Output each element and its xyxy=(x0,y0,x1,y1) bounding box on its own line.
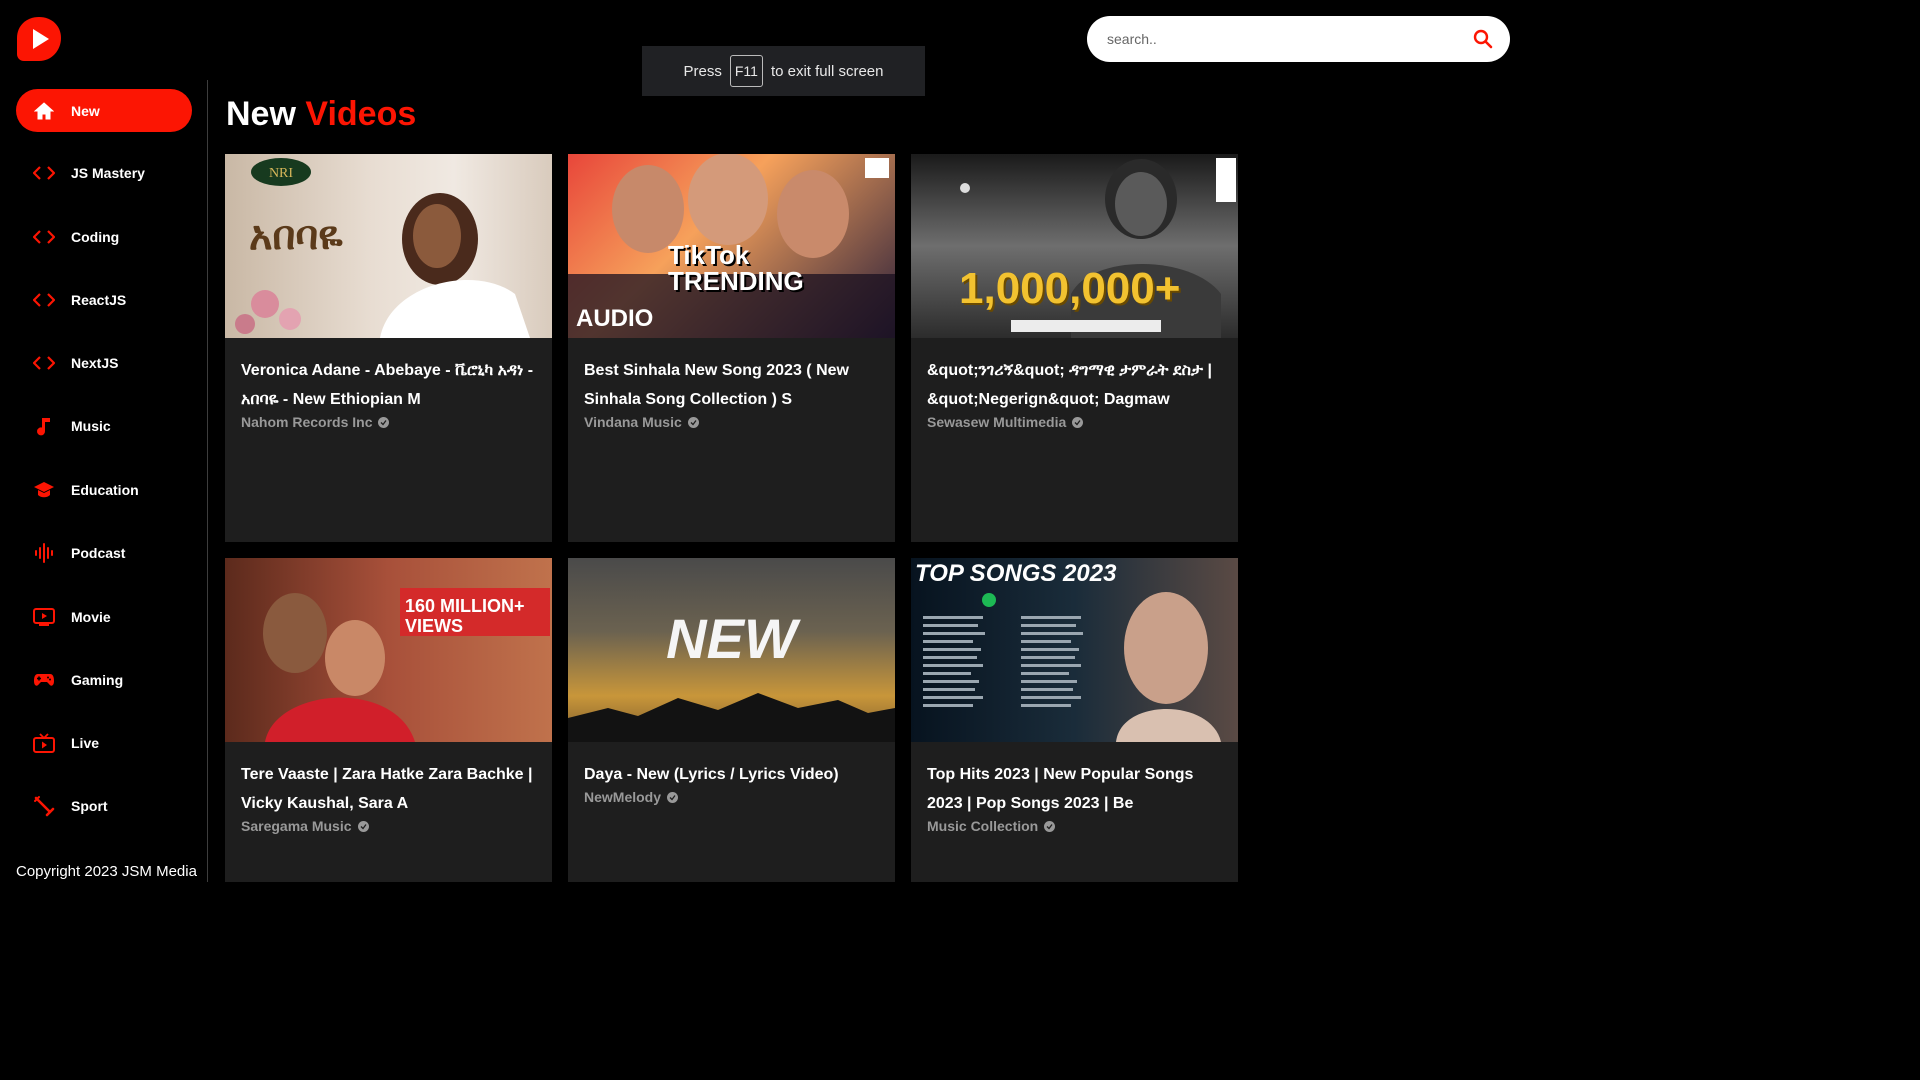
gamepad-icon xyxy=(33,669,55,691)
channel-name[interactable]: Saregama Music xyxy=(241,818,536,834)
verified-check-icon xyxy=(667,791,679,803)
logo[interactable] xyxy=(16,15,62,63)
channel-name-text: Sewasew Multimedia xyxy=(927,414,1067,430)
channel-name[interactable]: Nahom Records Inc xyxy=(241,414,536,430)
video-card[interactable]: TOP SONGS 2023 Top Hits 2023 | New Popul… xyxy=(911,558,1238,882)
verified-check-icon xyxy=(1044,820,1056,832)
music-note-icon xyxy=(33,415,55,437)
page-title-accent: Videos xyxy=(305,95,417,133)
code-icon xyxy=(33,162,55,184)
sidebar-item-new[interactable]: New xyxy=(16,89,192,132)
video-thumbnail[interactable]: 1,000,000+ xyxy=(911,154,1238,338)
video-thumbnail[interactable]: NEW xyxy=(568,558,895,742)
video-card[interactable]: 160 MILLION+ VIEWS Tere Vaaste | Zara Ha… xyxy=(225,558,552,882)
home-icon xyxy=(33,100,55,122)
verified-check-icon xyxy=(687,416,699,428)
code-icon xyxy=(33,352,55,374)
thumbnail-text: አበባዬ xyxy=(249,212,343,259)
video-thumbnail[interactable]: NRI አበባዬ xyxy=(225,154,552,338)
channel-name-text: Vindana Music xyxy=(584,414,682,430)
video-title[interactable]: Tere Vaaste | Zara Hatke Zara Bachke | V… xyxy=(241,760,536,818)
toast-suffix-text: to exit full screen xyxy=(770,62,884,80)
channel-name-text: Nahom Records Inc xyxy=(241,414,373,430)
sport-icon xyxy=(33,795,55,817)
channel-name-text: NewMelody xyxy=(584,789,662,805)
video-title[interactable]: Top Hits 2023 | New Popular Songs 2023 |… xyxy=(927,760,1222,818)
video-title[interactable]: Daya - New (Lyrics / Lyrics Video) xyxy=(584,760,879,789)
verified-check-icon xyxy=(357,820,369,832)
video-thumbnail[interactable]: TOP SONGS 2023 xyxy=(911,558,1238,742)
copyright-text: Copyright 2023 JSM Media xyxy=(16,863,197,880)
thumbnail-text: 1,000,000+ xyxy=(959,264,1181,313)
sidebar-item-label: Music xyxy=(71,417,111,434)
video-card[interactable]: 1,000,000+ &quot;ንገሪኝ&quot; ዳግማዊ ታምራት ደስ… xyxy=(911,154,1238,542)
svg-text:NRI: NRI xyxy=(269,166,293,181)
sidebar-item-reactjs[interactable]: ReactJS xyxy=(16,278,192,321)
sidebar-item-nextjs[interactable]: NextJS xyxy=(16,341,192,384)
verified-check-icon xyxy=(378,416,390,428)
search-icon xyxy=(1473,29,1493,49)
sidebar-item-music[interactable]: Music xyxy=(16,404,192,447)
video-title[interactable]: Veronica Adane - Abebaye - ቬሮኒካ አዳነ - አበ… xyxy=(241,356,536,414)
channel-name-text: Saregama Music xyxy=(241,818,352,834)
graduation-cap-icon xyxy=(33,479,55,501)
video-card[interactable]: NRI አበባዬ Veronica Adane - Abebaye - ቬሮኒካ… xyxy=(225,154,552,542)
toast-key: F11 xyxy=(729,55,763,87)
movie-icon xyxy=(33,606,55,628)
fullscreen-toast: Press F11 to exit full screen xyxy=(642,46,925,96)
youtube-logo-icon xyxy=(17,17,61,61)
page-title: New Videos xyxy=(226,95,416,134)
sidebar-item-podcast[interactable]: Podcast xyxy=(16,531,192,574)
video-title[interactable]: Best Sinhala New Song 2023 ( New Sinhala… xyxy=(584,356,879,414)
sidebar-item-label: New xyxy=(71,102,100,119)
sidebar-item-live[interactable]: Live xyxy=(16,721,192,764)
search-input[interactable] xyxy=(1105,30,1470,48)
sidebar-item-label: Education xyxy=(71,481,139,498)
sidebar-item-label: Podcast xyxy=(71,544,126,561)
sound-wave-icon xyxy=(33,542,55,564)
sidebar-item-js-mastery[interactable]: JS Mastery xyxy=(16,151,192,194)
sidebar-item-coding[interactable]: Coding xyxy=(16,215,192,258)
channel-name[interactable]: Sewasew Multimedia xyxy=(927,414,1222,430)
thumbnail-text: 160 MILLION+ VIEWS xyxy=(405,596,525,636)
sidebar-item-movie[interactable]: Movie xyxy=(16,595,192,638)
sidebar-item-label: JS Mastery xyxy=(71,164,145,181)
code-icon xyxy=(33,226,55,248)
video-thumbnail[interactable]: 160 MILLION+ VIEWS xyxy=(225,558,552,742)
page-title-first: New xyxy=(226,95,296,133)
sidebar-item-gaming[interactable]: Gaming xyxy=(16,658,192,701)
sidebar-item-sport[interactable]: Sport xyxy=(16,784,192,827)
toast-press-text: Press xyxy=(683,62,722,80)
channel-name[interactable]: Music Collection xyxy=(927,818,1222,834)
channel-name[interactable]: Vindana Music xyxy=(584,414,879,430)
video-title[interactable]: &quot;ንገሪኝ&quot; ዳግማዊ ታምራት ደስታ | &quot;N… xyxy=(927,356,1222,414)
code-icon xyxy=(33,289,55,311)
thumbnail-text: NEW xyxy=(666,607,797,670)
video-card[interactable]: NEW Daya - New (Lyrics / Lyrics Video) N… xyxy=(568,558,895,882)
video-card[interactable]: AUDIO TikTok TRENDING Best Sinhala New S… xyxy=(568,154,895,542)
sidebar-item-label: Coding xyxy=(71,228,120,245)
sidebar-item-label: Gaming xyxy=(71,671,124,688)
search-button[interactable] xyxy=(1470,26,1496,52)
channel-name[interactable]: NewMelody xyxy=(584,789,879,805)
sidebar-item-label: ReactJS xyxy=(71,291,127,308)
thumbnail-text: TOP SONGS 2023 xyxy=(915,560,1117,587)
sidebar-item-education[interactable]: Education xyxy=(16,468,192,511)
video-thumbnail[interactable]: AUDIO TikTok TRENDING xyxy=(568,154,895,338)
sidebar-item-label: Movie xyxy=(71,608,111,625)
sidebar-item-label: Live xyxy=(71,734,100,751)
sidebar-item-label: Sport xyxy=(71,797,108,814)
verified-check-icon xyxy=(1072,416,1084,428)
svg-text:AUDIO: AUDIO xyxy=(576,305,653,332)
sidebar-item-label: NextJS xyxy=(71,354,119,371)
search-bar xyxy=(1087,16,1510,62)
thumbnail-text: TikTok TRENDING xyxy=(668,240,804,296)
channel-name-text: Music Collection xyxy=(927,818,1039,834)
live-tv-icon xyxy=(33,732,55,754)
